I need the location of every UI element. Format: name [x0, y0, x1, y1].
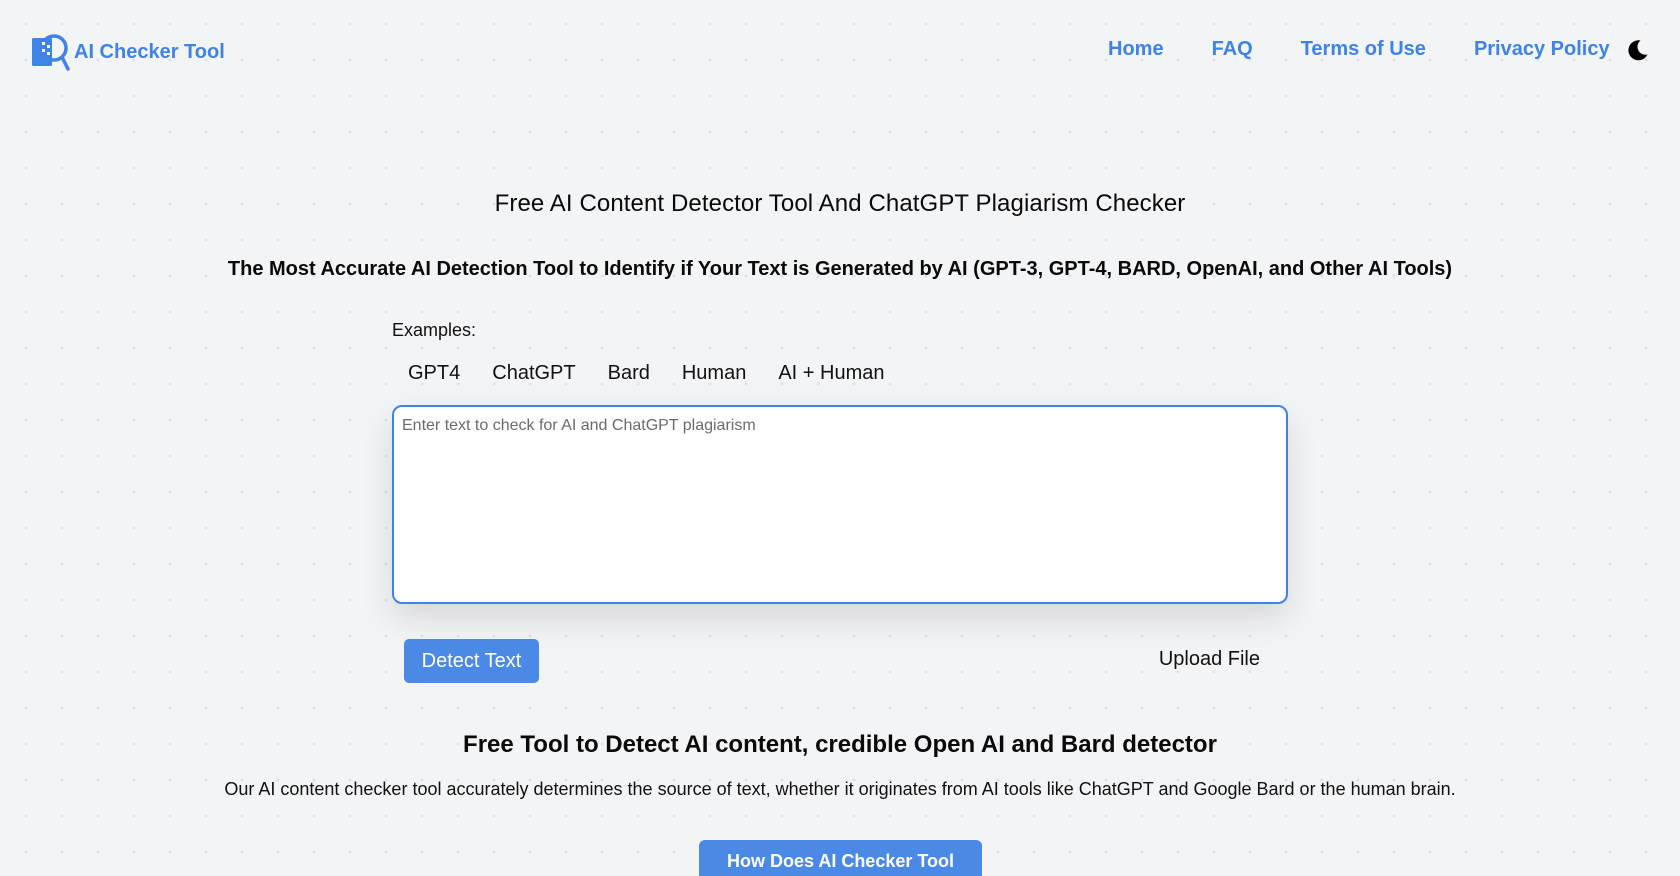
- nav-home[interactable]: Home: [1108, 38, 1164, 61]
- example-human-button[interactable]: Human: [666, 362, 762, 385]
- page-title: Free AI Content Detector Tool And ChatGP…: [494, 190, 1186, 217]
- page-subtitle: The Most Accurate AI Detection Tool to I…: [227, 258, 1453, 280]
- section-title: Free Tool to Detect AI content, credible…: [463, 731, 1217, 758]
- nav-faq[interactable]: FAQ: [1212, 38, 1253, 61]
- example-gpt4-button[interactable]: GPT4: [392, 362, 476, 385]
- detect-text-button[interactable]: Detect Text: [404, 639, 539, 683]
- logo-icon: [32, 34, 70, 71]
- example-bard-button[interactable]: Bard: [592, 362, 666, 385]
- examples-label: Examples:: [392, 320, 477, 340]
- example-ai-human-button[interactable]: AI + Human: [762, 362, 900, 385]
- brand-link[interactable]: AI Checker Tool: [32, 32, 225, 72]
- moon-icon[interactable]: [1626, 38, 1650, 62]
- example-chatgpt-button[interactable]: ChatGPT: [476, 362, 591, 385]
- text-input-container: [392, 405, 1288, 604]
- upload-file-button[interactable]: Upload File: [1140, 648, 1260, 671]
- nav-terms-of-use[interactable]: Terms of Use: [1301, 38, 1426, 61]
- site-header: AI Checker Tool Home FAQ Terms of Use Pr…: [0, 0, 1680, 104]
- text-input[interactable]: [394, 407, 1286, 602]
- nav-privacy-policy[interactable]: Privacy Policy: [1474, 38, 1610, 61]
- section-description: Our AI content checker tool accurately d…: [224, 779, 1456, 799]
- examples-list: GPT4 ChatGPT Bard Human AI + Human: [392, 362, 901, 385]
- how-it-works-button[interactable]: How Does AI Checker Tool Work?: [699, 840, 982, 876]
- main-nav: Home FAQ Terms of Use Privacy Policy: [1108, 38, 1610, 61]
- brand-name: AI Checker Tool: [74, 40, 225, 63]
